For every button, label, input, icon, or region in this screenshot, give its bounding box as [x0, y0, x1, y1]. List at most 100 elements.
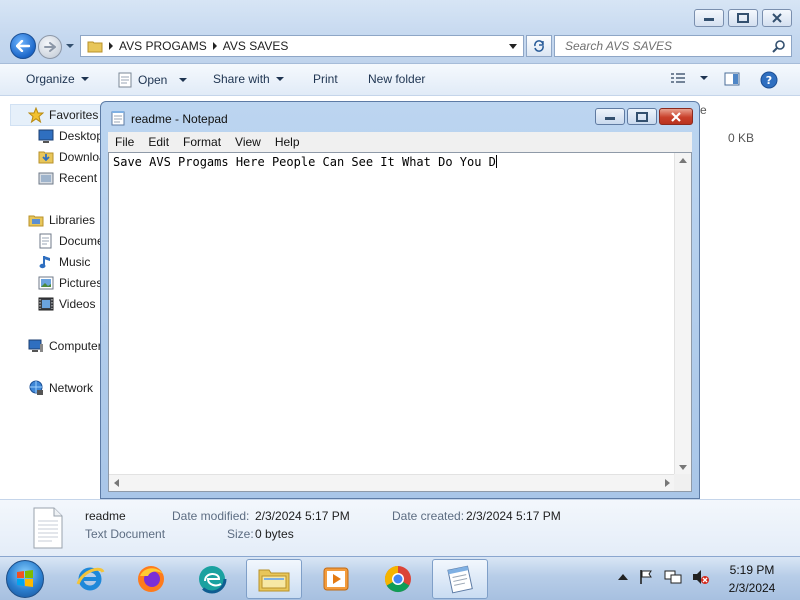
column-header-fragment[interactable]: e	[700, 103, 707, 117]
taskbar-firefox[interactable]	[123, 559, 179, 599]
back-button[interactable]	[10, 33, 36, 59]
scroll-right-icon[interactable]	[665, 479, 670, 487]
taskbar-internet-explorer[interactable]	[62, 559, 118, 599]
notepad-file-icon	[118, 72, 132, 88]
notepad-text-line[interactable]: Save AVS Progams Here People Can See It …	[113, 155, 497, 169]
print-label: Print	[313, 72, 338, 86]
nav-recent-places[interactable]: Recent Places	[38, 168, 100, 188]
notepad-close-button[interactable]	[659, 108, 693, 125]
nav-downloads[interactable]: Downloads	[38, 147, 100, 167]
change-view-button[interactable]	[670, 72, 708, 84]
notepad-text-area[interactable]: Save AVS Progams Here People Can See It …	[108, 152, 692, 492]
file-size-cell: 0 KB	[728, 131, 755, 145]
details-pane: readme Text Document Date modified: 2/3/…	[0, 499, 800, 556]
organize-button[interactable]: Organize	[26, 72, 89, 86]
explorer-minimize-button[interactable]	[694, 9, 724, 27]
action-center-flag-icon[interactable]	[638, 569, 654, 585]
notepad-minimize-button[interactable]	[595, 108, 625, 125]
scroll-left-icon[interactable]	[114, 479, 119, 487]
nav-computer[interactable]: Computer	[28, 336, 100, 356]
search-icon[interactable]	[772, 39, 786, 53]
menu-view[interactable]: View	[228, 135, 268, 149]
preview-pane-icon	[724, 72, 740, 86]
nav-pictures[interactable]: Pictures	[38, 273, 100, 293]
minimize-icon	[605, 116, 615, 120]
taskbar-file-explorer[interactable]	[246, 559, 302, 599]
nav-network[interactable]: Network	[28, 378, 100, 398]
nav-favorites[interactable]: Favorites	[28, 105, 100, 125]
command-bar: Organize Open Share with Print New folde…	[0, 64, 800, 96]
close-icon	[671, 111, 681, 122]
nav-documents[interactable]: Documents	[38, 231, 100, 251]
notepad-content: Save AVS Progams Here People Can See It …	[113, 155, 496, 169]
address-bar[interactable]: AVS PROGAMS AVS SAVES	[80, 35, 524, 57]
navigation-row: AVS PROGAMS AVS SAVES Search AVS SAVES	[8, 33, 792, 59]
breadcrumb-avs-saves[interactable]: AVS SAVES	[223, 39, 289, 53]
text-caret	[495, 155, 497, 168]
explorer-maximize-button[interactable]	[728, 9, 758, 27]
print-button[interactable]: Print	[313, 72, 338, 86]
vertical-scrollbar[interactable]	[674, 153, 691, 475]
computer-icon	[28, 339, 43, 352]
open-button[interactable]: Open	[118, 72, 188, 88]
text-document-icon	[33, 507, 63, 549]
menu-file[interactable]: File	[108, 135, 141, 149]
show-hidden-icons-icon[interactable]	[618, 573, 628, 581]
new-folder-button[interactable]: New folder	[368, 72, 425, 86]
explorer-close-button[interactable]	[762, 9, 792, 27]
firefox-icon	[138, 566, 164, 592]
refresh-button[interactable]	[526, 35, 552, 57]
menu-format[interactable]: Format	[176, 135, 228, 149]
notepad-menu-bar: File Edit Format View Help	[108, 132, 692, 152]
chrome-icon	[384, 565, 411, 593]
organize-label: Organize	[26, 72, 75, 86]
system-clock[interactable]: 5:19 PM 2/3/2024	[712, 561, 792, 597]
svg-text:?: ?	[766, 74, 772, 87]
volume-muted-icon[interactable]	[692, 569, 710, 585]
start-button[interactable]	[6, 560, 44, 598]
nav-desktop[interactable]: Desktop	[38, 126, 100, 146]
nav-videos-label: Videos	[59, 297, 96, 311]
notepad-icon	[111, 111, 125, 126]
taskbar-edge[interactable]	[184, 559, 240, 599]
breadcrumb-avs-progams[interactable]: AVS PROGAMS	[119, 39, 207, 53]
forward-button[interactable]	[38, 35, 62, 59]
nav-music[interactable]: Music	[38, 252, 100, 272]
preview-pane-button[interactable]	[724, 72, 740, 86]
search-input[interactable]: Search AVS SAVES	[554, 35, 792, 57]
search-placeholder: Search AVS SAVES	[565, 39, 672, 53]
nav-libraries-label: Libraries	[49, 213, 96, 227]
notification-area	[618, 569, 710, 585]
chevron-down-icon	[275, 77, 284, 81]
scroll-down-icon[interactable]	[679, 465, 687, 470]
maximize-icon	[737, 13, 749, 23]
address-dropdown-icon[interactable]	[509, 44, 517, 49]
help-icon: ?	[760, 71, 778, 89]
notepad-window-controls	[595, 108, 693, 125]
details-size-label: Size:	[227, 527, 254, 541]
arrow-left-icon	[16, 40, 30, 52]
notepad-title: readme - Notepad	[131, 112, 228, 126]
nav-recent-label: Recent Places	[59, 171, 100, 185]
menu-help[interactable]: Help	[268, 135, 307, 149]
recent-pages-dropdown-icon[interactable]	[65, 41, 75, 51]
horizontal-scrollbar[interactable]	[109, 474, 675, 491]
share-with-button[interactable]: Share with	[213, 72, 284, 86]
nav-libraries[interactable]: Libraries	[28, 210, 100, 230]
help-button[interactable]: ?	[760, 71, 778, 89]
network-status-icon[interactable]	[664, 569, 682, 585]
taskbar: 5:19 PM 2/3/2024	[0, 556, 800, 600]
nav-videos[interactable]: Videos	[38, 294, 100, 314]
taskbar-notepad[interactable]	[432, 559, 488, 599]
close-icon	[772, 13, 782, 23]
taskbar-chrome[interactable]	[370, 559, 426, 599]
nav-network-label: Network	[49, 381, 94, 395]
menu-edit[interactable]: Edit	[141, 135, 176, 149]
media-player-icon	[323, 567, 349, 591]
scroll-up-icon[interactable]	[679, 158, 687, 163]
taskbar-media-player[interactable]	[308, 559, 364, 599]
refresh-icon	[534, 40, 544, 52]
notepad-title-bar[interactable]: readme - Notepad	[101, 102, 699, 132]
notepad-maximize-button[interactable]	[627, 108, 657, 125]
open-label: Open	[138, 73, 168, 87]
